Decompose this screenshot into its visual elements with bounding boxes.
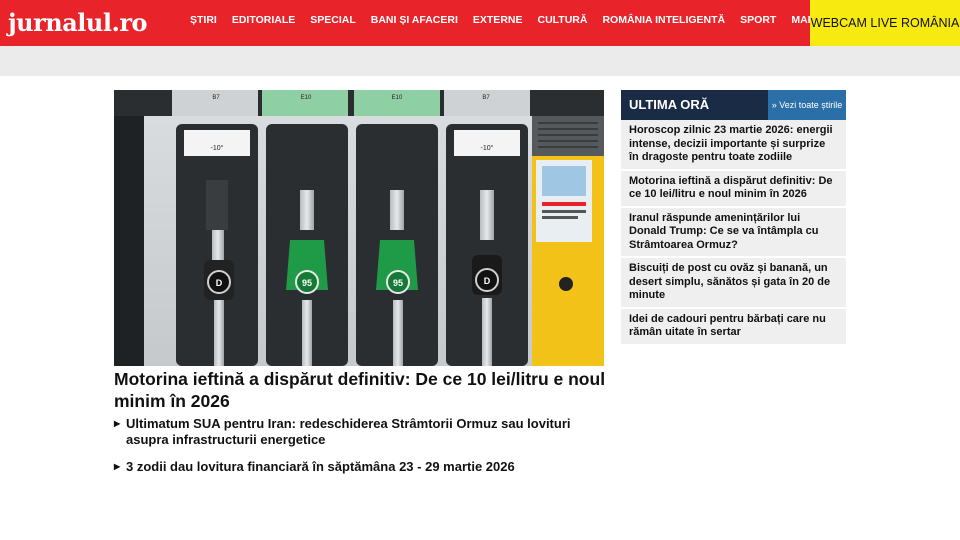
hero-image[interactable]: B7 E10 E10 B7 -10° D 95 95 -10° D [114,90,604,366]
hero-headline[interactable]: Motorina ieftină a dispărut definitiv: D… [114,368,614,412]
latest-news-list: Horoscop zilnic 23 martie 2026: energii … [621,120,846,344]
nav-item-externe[interactable]: EXTERNE [473,14,523,26]
related-article-link[interactable]: ▶ Ultimatum SUA pentru Iran: redeschider… [114,416,604,448]
fuel-grade-label: E10 [392,95,403,101]
nozzle-label: D [216,278,223,288]
list-item[interactable]: Idei de cadouri pentru bărbați care nu r… [621,309,846,344]
sidebar-title: ULTIMA ORĂ [629,97,710,112]
secondary-bar [0,46,960,76]
fuel-pumps-illustration: B7 E10 E10 B7 -10° D 95 95 -10° D [114,90,604,366]
discount-label: -10° [211,144,224,152]
nav-item-bani-si-afaceri[interactable]: BANI ȘI AFACERI [371,14,458,26]
sidebar-header: ULTIMA ORĂ » Vezi toate știrile [621,90,846,120]
related-article-title: Ultimatum SUA pentru Iran: redeschiderea… [126,416,571,447]
list-item[interactable]: Horoscop zilnic 23 martie 2026: energii … [621,120,846,171]
triangle-bullet-icon: ▶ [114,419,121,428]
nav-item-sport[interactable]: SPORT [740,14,776,26]
nav-item-special[interactable]: SPECIAL [310,14,356,26]
latest-news-sidebar: ULTIMA ORĂ » Vezi toate știrile Horoscop… [621,90,846,344]
main-nav: ȘTIRI EDITORIALE SPECIAL BANI ȘI AFACERI… [190,0,864,46]
nav-item-editoriale[interactable]: EDITORIALE [232,14,295,26]
list-item[interactable]: Iranul răspunde amenințărilor lui Donald… [621,208,846,258]
nozzle-label: 95 [393,278,403,288]
top-header: jurnalul.ro ȘTIRI EDITORIALE SPECIAL BAN… [0,0,960,46]
nozzle-label: D [484,276,491,286]
nav-item-stiri[interactable]: ȘTIRI [190,14,217,26]
triangle-bullet-icon: ▶ [114,462,121,471]
discount-label: -10° [481,144,494,152]
nozzle-label: 95 [302,278,312,288]
fuel-grade-label: E10 [301,95,312,101]
site-logo[interactable]: jurnalul.ro [8,7,147,39]
nav-item-romania-inteligenta[interactable]: ROMÂNIA INTELIGENTĂ [602,14,725,26]
related-article-title: 3 zodii dau lovitura financiară în săptă… [126,459,515,474]
see-all-news-link[interactable]: » Vezi toate știrile [768,90,846,120]
list-item[interactable]: Motorina ieftină a dispărut definitiv: D… [621,171,846,208]
webcam-live-button[interactable]: WEBCAM LIVE ROMÂNIA [810,0,960,46]
fuel-grade-label: B7 [482,95,490,101]
nav-item-cultura[interactable]: CULTURĂ [537,14,587,26]
list-item[interactable]: Biscuiți de post cu ovăz și banană, un d… [621,258,846,309]
fuel-grade-label: B7 [212,95,220,101]
related-article-link[interactable]: ▶ 3 zodii dau lovitura financiară în săp… [114,459,604,475]
